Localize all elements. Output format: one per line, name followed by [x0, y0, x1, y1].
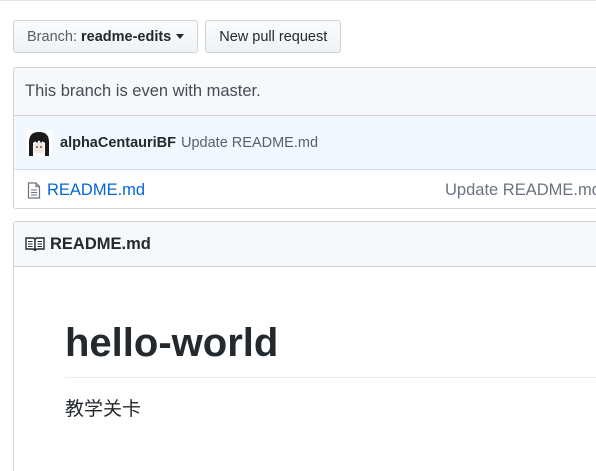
- avatar[interactable]: [26, 129, 52, 156]
- latest-commit-bar: alphaCentauriBF Update README.md: [14, 116, 596, 170]
- new-pull-request-button[interactable]: New pull request: [205, 20, 342, 53]
- repository-page: Branch: readme-edits New pull request Th…: [0, 0, 596, 471]
- file-icon: [27, 181, 41, 199]
- readme-content: hello-world 教学关卡: [14, 267, 596, 421]
- readme-paragraph: 教学关卡: [65, 398, 142, 420]
- book-icon: [25, 236, 45, 252]
- branch-label: Branch:: [27, 28, 77, 45]
- readme-panel: README.md hello-world 教学关卡: [13, 221, 596, 471]
- commit-author-link[interactable]: alphaCentauriBF: [60, 135, 176, 151]
- branch-select-button[interactable]: Branch: readme-edits: [13, 20, 199, 53]
- branch-name: readme-edits: [80, 28, 172, 45]
- toolbar: Branch: readme-edits New pull request: [13, 20, 342, 53]
- caret-down-icon: [176, 34, 185, 39]
- branch-status: This branch is even with master.: [14, 68, 596, 116]
- readme-heading: hello-world: [65, 319, 596, 378]
- avatar-image: [26, 129, 52, 156]
- top-divider: [0, 0, 596, 1]
- file-row: README.md Update README.md: [14, 170, 596, 208]
- commit-message[interactable]: Update README.md: [181, 135, 318, 151]
- readme-header: README.md: [14, 222, 596, 267]
- file-last-commit-link[interactable]: Update README.md: [445, 181, 596, 200]
- readme-header-title: README.md: [50, 234, 151, 253]
- branch-panel: This branch is even with master. alphaCe…: [13, 67, 596, 209]
- file-name-link[interactable]: README.md: [47, 181, 145, 200]
